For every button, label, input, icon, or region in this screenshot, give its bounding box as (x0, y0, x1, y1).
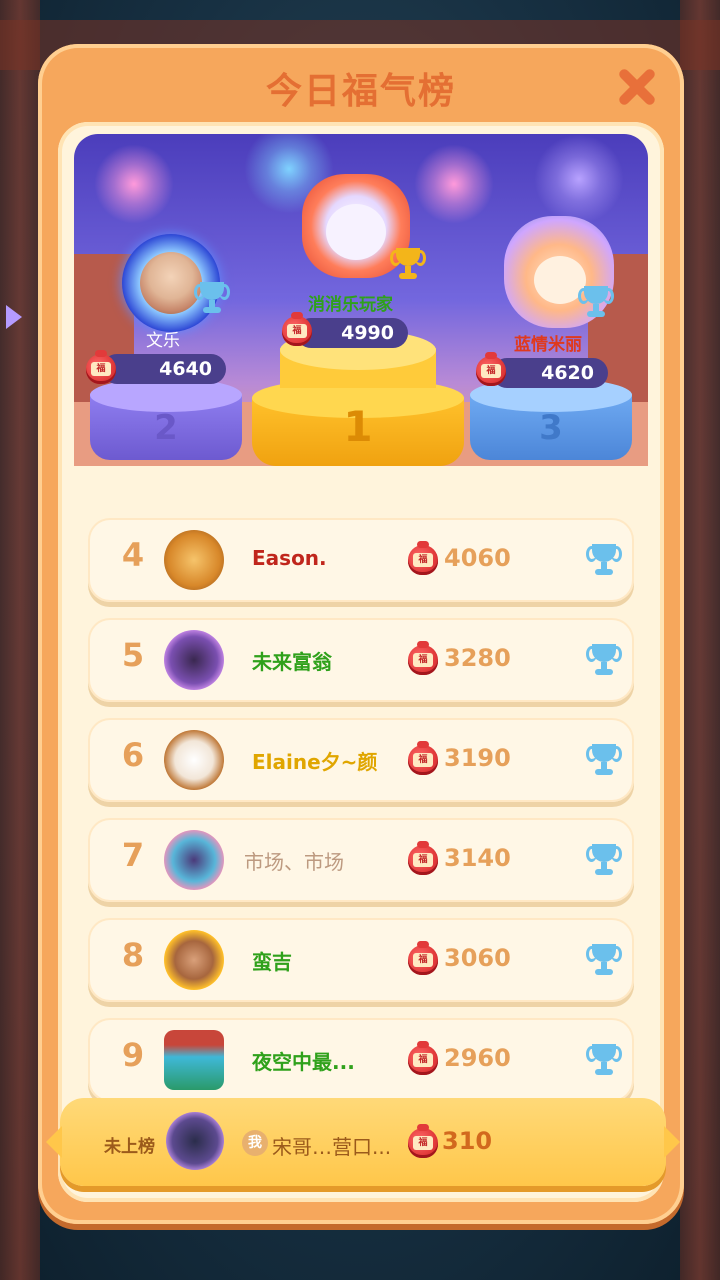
score-value: 4990 (341, 322, 394, 344)
firework-decoration (94, 144, 174, 224)
podium-rank-label: 3 (539, 408, 563, 448)
close-icon[interactable] (610, 62, 662, 114)
fu-bag-icon: 福 (408, 941, 438, 975)
rank-number: 5 (121, 636, 145, 674)
me-badge: 我 (242, 1130, 268, 1156)
trophy-icon[interactable] (578, 284, 614, 320)
rank-number: 8 (121, 936, 145, 974)
podium-second: 2 (90, 378, 242, 460)
trophy-icon[interactable] (586, 942, 622, 978)
podium-rank-label: 2 (154, 408, 178, 448)
fu-bag-icon: 福 (476, 352, 506, 386)
leaderboard-inner: 2 3 1 文乐 4640 福 消消乐玩家 4990 福 蓝情米丽 4620 福… (58, 122, 664, 1202)
avatar[interactable] (164, 1030, 224, 1090)
player-name: Elaine夕~颜 (252, 750, 378, 774)
trophy-icon[interactable] (586, 542, 622, 578)
panel-title: 今日福气榜 (265, 71, 456, 112)
podium-rank-label: 1 (343, 402, 373, 451)
my-player-name: 宋哥…营口... (272, 1135, 392, 1159)
player-name: 市场、市场 (244, 850, 344, 874)
fu-bag-icon: 福 (408, 641, 438, 675)
trophy-icon[interactable] (194, 280, 230, 316)
table-row[interactable]: 7 市场、市场 福 3140 (88, 818, 634, 902)
fu-bag-icon: 福 (408, 841, 438, 875)
fu-bag-icon: 福 (282, 312, 312, 346)
avatar[interactable] (164, 830, 224, 890)
avatar[interactable] (166, 1112, 224, 1170)
score-value: 4060 (444, 544, 511, 572)
table-row[interactable]: 8 蛮吉 福 3060 (88, 918, 634, 1002)
rank-number: 6 (121, 736, 145, 774)
my-score-value: 310 (442, 1127, 493, 1155)
rank-number: 9 (121, 1036, 145, 1074)
player-name-first: 消消乐玩家 (308, 295, 393, 315)
rank-number: 7 (121, 836, 145, 874)
player-name: 未来富翁 (252, 650, 332, 674)
rank-number: 4 (121, 536, 145, 574)
trophy-icon[interactable] (586, 642, 622, 678)
score-pill-second: 4640 (102, 354, 226, 384)
avatar[interactable] (164, 730, 224, 790)
podium-area: 2 3 1 文乐 4640 福 消消乐玩家 4990 福 蓝情米丽 4620 福 (74, 134, 648, 466)
fu-bag-icon: 福 (408, 1041, 438, 1075)
firework-decoration (414, 144, 494, 224)
trophy-icon[interactable] (586, 742, 622, 778)
avatar[interactable] (164, 530, 224, 590)
podium-first: 1 (252, 330, 464, 466)
side-arrow-icon[interactable] (6, 305, 22, 329)
score-value: 3060 (444, 944, 511, 972)
score-value: 3190 (444, 744, 511, 772)
score-value: 4640 (159, 358, 212, 380)
fu-bag-icon: 福 (408, 541, 438, 575)
avatar[interactable] (164, 930, 224, 990)
score-value: 3280 (444, 644, 511, 672)
trophy-icon[interactable] (390, 246, 426, 282)
firework-decoration (534, 134, 624, 224)
leaderboard-panel: 今日福气榜 2 3 1 文乐 4640 福 消消乐玩家 4990 福 蓝情米丽 … (38, 44, 684, 1224)
player-name: Eason. (252, 546, 327, 570)
table-row[interactable]: 4 Eason. 福 4060 (88, 518, 634, 602)
my-rank-bar[interactable]: 未上榜 我 宋哥…营口... 福 310 (46, 1098, 680, 1186)
player-name: 蛮吉 (252, 950, 292, 974)
fu-bag-icon: 福 (408, 741, 438, 775)
player-name-third: 蓝情米丽 (514, 335, 582, 355)
avatar[interactable] (164, 630, 224, 690)
table-row[interactable]: 6 Elaine夕~颜 福 3190 (88, 718, 634, 802)
fu-bag-icon: 福 (86, 350, 116, 384)
table-row[interactable]: 9 夜空中最... 福 2960 (88, 1018, 634, 1102)
podium-third: 3 (470, 378, 632, 460)
trophy-icon[interactable] (586, 1042, 622, 1078)
score-pill-third: 4620 (492, 358, 608, 388)
score-value: 3140 (444, 844, 511, 872)
score-value: 4620 (541, 362, 594, 384)
trophy-icon[interactable] (586, 842, 622, 878)
table-row[interactable]: 5 未来富翁 福 3280 (88, 618, 634, 702)
score-value: 2960 (444, 1044, 511, 1072)
player-name-second: 文乐 (146, 331, 180, 351)
fu-bag-icon: 福 (408, 1124, 438, 1158)
background-pole-right (680, 0, 720, 1280)
rank-status-label: 未上榜 (104, 1137, 155, 1157)
background-pole-left (0, 0, 40, 1280)
score-pill-first: 4990 (296, 318, 408, 348)
player-name: 夜空中最... (252, 1050, 355, 1074)
